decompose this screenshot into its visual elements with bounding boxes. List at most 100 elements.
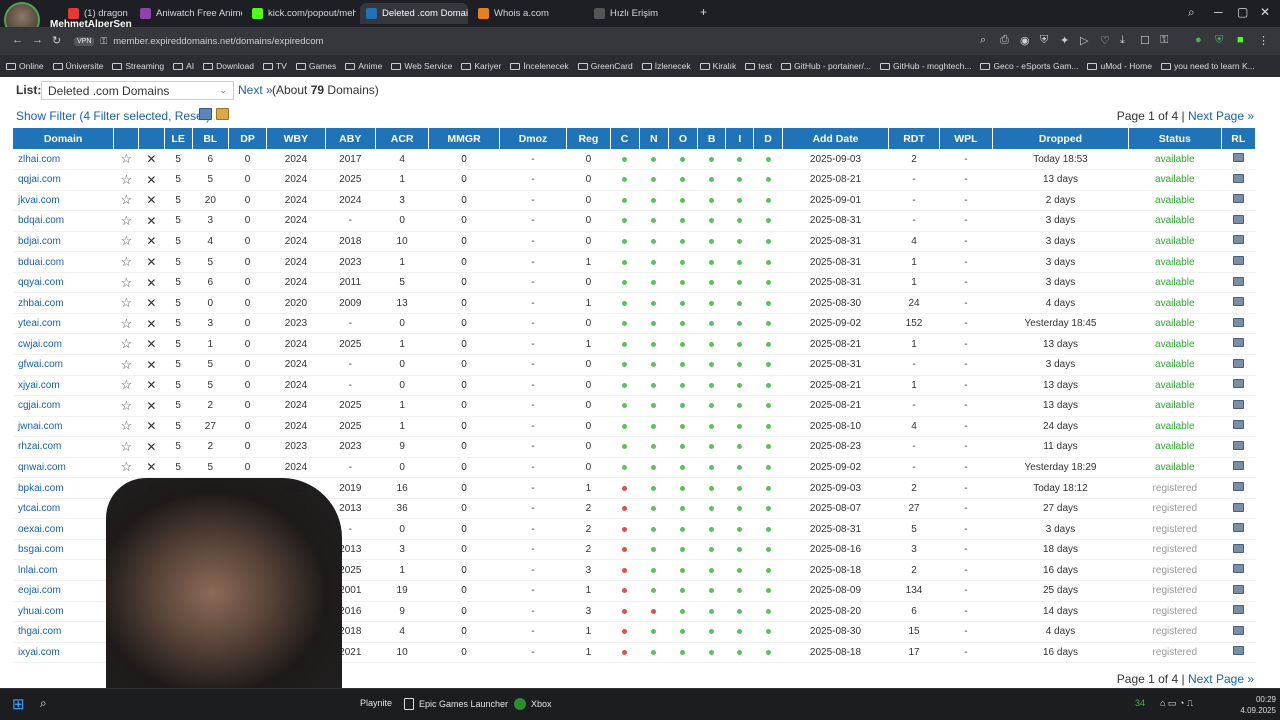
star-icon[interactable]: ☆ bbox=[120, 336, 132, 351]
rl-cell[interactable] bbox=[1221, 498, 1256, 520]
star-icon[interactable]: ☆ bbox=[120, 233, 132, 248]
registrar-link-icon[interactable] bbox=[1232, 256, 1244, 265]
status-dot-cell[interactable] bbox=[610, 416, 640, 438]
status-dot-cell[interactable] bbox=[610, 457, 640, 479]
next-page-link-bottom[interactable]: Next Page » bbox=[1188, 672, 1254, 686]
bookmark-item[interactable]: GreenCard bbox=[577, 61, 633, 71]
status-dot-cell[interactable] bbox=[610, 477, 640, 499]
status-dot-cell[interactable] bbox=[697, 251, 726, 273]
status-cell[interactable]: available bbox=[1128, 436, 1222, 458]
status-cell[interactable]: available bbox=[1128, 231, 1222, 253]
registrar-link-icon[interactable] bbox=[1232, 194, 1244, 204]
domain-link[interactable]: lnlai.com bbox=[13, 559, 114, 581]
hide-cell[interactable]: ✕ bbox=[138, 231, 165, 253]
registrar-link-icon[interactable] bbox=[1232, 420, 1244, 430]
column-header[interactable]: WBY bbox=[266, 128, 326, 149]
status-cell[interactable]: registered bbox=[1128, 477, 1222, 499]
domain-link[interactable]: jkvai.com bbox=[13, 190, 114, 212]
bookmark-item[interactable]: Üniversite bbox=[52, 61, 103, 71]
search-icon[interactable]: ⌕ bbox=[40, 696, 47, 711]
status-dot-cell[interactable] bbox=[697, 621, 726, 643]
domain-link[interactable]: bsgai.com bbox=[13, 539, 114, 561]
status-dot-cell[interactable] bbox=[668, 375, 698, 397]
lock-icon[interactable]: ⚿ bbox=[1160, 34, 1168, 47]
status-cell[interactable]: available bbox=[1128, 210, 1222, 232]
rl-cell[interactable] bbox=[1221, 621, 1256, 643]
registrar-link-icon[interactable] bbox=[1232, 502, 1244, 512]
domain-link[interactable]: thgai.com bbox=[13, 621, 114, 643]
registrar-link-icon[interactable] bbox=[1232, 399, 1244, 409]
rl-cell[interactable] bbox=[1221, 601, 1256, 623]
shield-icon[interactable]: ⛨ bbox=[1040, 34, 1048, 47]
status-cell[interactable]: available bbox=[1128, 251, 1222, 273]
rl-cell[interactable] bbox=[1221, 539, 1256, 561]
windows-start-icon[interactable]: ⊞ bbox=[12, 695, 25, 713]
hide-cell[interactable]: ✕ bbox=[138, 149, 165, 171]
status-dot-cell[interactable] bbox=[753, 436, 783, 458]
close-icon[interactable]: ✕ bbox=[146, 440, 156, 454]
rl-cell[interactable] bbox=[1221, 333, 1256, 355]
close-window-icon[interactable]: ✕ bbox=[1260, 5, 1270, 19]
status-dot-cell[interactable] bbox=[753, 580, 783, 602]
status-dot-cell[interactable] bbox=[610, 292, 640, 314]
watch-cell[interactable]: ☆ bbox=[113, 231, 139, 253]
close-icon[interactable]: ✕ bbox=[146, 255, 156, 269]
status-dot-cell[interactable] bbox=[639, 313, 669, 335]
registrar-link-icon[interactable] bbox=[1232, 276, 1244, 286]
bookmark-item[interactable]: Games bbox=[295, 61, 336, 71]
status-dot-cell[interactable] bbox=[668, 231, 698, 253]
status-dot-cell[interactable] bbox=[610, 601, 640, 623]
status-dot-cell[interactable] bbox=[668, 272, 698, 294]
status-dot-cell[interactable] bbox=[639, 210, 669, 232]
status-dot-cell[interactable] bbox=[697, 375, 726, 397]
status-cell[interactable]: available bbox=[1128, 416, 1222, 438]
status-dot-cell[interactable] bbox=[668, 313, 698, 335]
bookmark-item[interactable]: Kariyer bbox=[461, 61, 501, 71]
status-dot-cell[interactable] bbox=[725, 559, 754, 581]
status-dot-cell[interactable] bbox=[753, 375, 783, 397]
status-dot-cell[interactable] bbox=[610, 518, 640, 540]
status-dot-cell[interactable] bbox=[668, 642, 698, 664]
status-dot-cell[interactable] bbox=[697, 457, 726, 479]
column-header[interactable]: ABY bbox=[325, 128, 376, 149]
star-icon[interactable]: ☆ bbox=[120, 398, 132, 413]
star-icon[interactable]: ☆ bbox=[120, 316, 132, 331]
status-dot-cell[interactable] bbox=[697, 601, 726, 623]
status-dot-cell[interactable] bbox=[697, 559, 726, 581]
play-icon[interactable]: ▷ bbox=[1080, 34, 1088, 47]
status-dot-cell[interactable] bbox=[725, 190, 754, 212]
status-dot-cell[interactable] bbox=[753, 559, 783, 581]
status-dot-cell[interactable] bbox=[725, 621, 754, 643]
watch-cell[interactable]: ☆ bbox=[113, 416, 139, 438]
status-cell[interactable]: registered bbox=[1128, 518, 1222, 540]
status-cell[interactable]: available bbox=[1128, 190, 1222, 212]
column-header[interactable]: DP bbox=[228, 128, 268, 149]
watch-cell[interactable]: ☆ bbox=[113, 210, 139, 232]
status-dot-cell[interactable] bbox=[725, 498, 754, 520]
taskbar-app-xbox[interactable]: Xbox bbox=[514, 698, 552, 710]
rl-cell[interactable] bbox=[1221, 457, 1256, 479]
star-icon[interactable]: ☆ bbox=[120, 172, 132, 187]
column-header[interactable]: WPL bbox=[939, 128, 994, 149]
hide-cell[interactable]: ✕ bbox=[138, 395, 165, 417]
status-cell[interactable]: available bbox=[1128, 395, 1222, 417]
taskbar-app-playnite[interactable]: Playnite bbox=[360, 698, 392, 708]
url-field[interactable]: VPN ⚿ member.expireddomains.net/domains/… bbox=[74, 31, 574, 51]
status-dot-cell[interactable] bbox=[639, 169, 669, 191]
hide-cell[interactable]: ✕ bbox=[138, 272, 165, 294]
status-cell[interactable]: registered bbox=[1128, 498, 1222, 520]
zoom-icon[interactable]: ⌕ bbox=[980, 34, 986, 47]
bookmark-item[interactable]: GitHub - moghtech... bbox=[880, 61, 971, 71]
star-icon[interactable]: ☆ bbox=[120, 418, 132, 433]
status-dot-cell[interactable] bbox=[668, 559, 698, 581]
status-dot-cell[interactable] bbox=[725, 642, 754, 664]
watch-cell[interactable]: ☆ bbox=[113, 375, 139, 397]
registrar-link-icon[interactable] bbox=[1232, 379, 1244, 389]
status-dot-cell[interactable] bbox=[610, 375, 640, 397]
bookmark-item[interactable]: AI bbox=[173, 61, 194, 71]
status-dot-cell[interactable] bbox=[668, 498, 698, 520]
domain-link[interactable]: cgjai.com bbox=[13, 395, 114, 417]
status-dot-cell[interactable] bbox=[610, 354, 640, 376]
close-icon[interactable]: ✕ bbox=[146, 276, 156, 290]
tab-2[interactable]: kick.com/popout/mehme bbox=[246, 3, 356, 24]
